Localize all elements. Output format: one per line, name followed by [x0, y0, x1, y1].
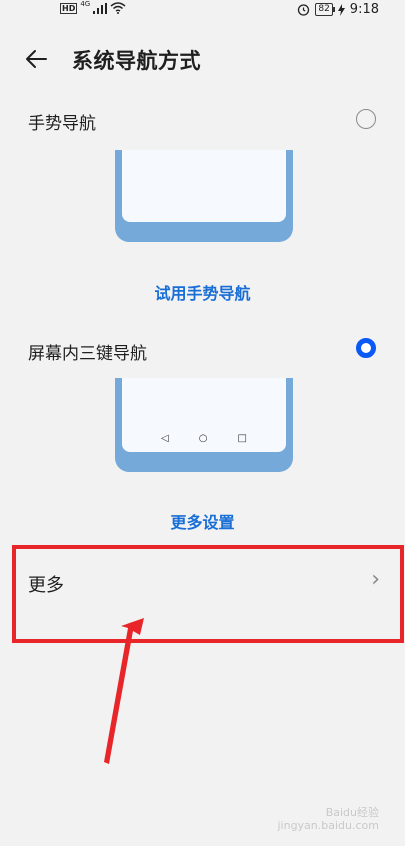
- watermark: Baidu经验 jingyan.baidu.com: [277, 806, 379, 832]
- annotation-arrow-icon: [104, 618, 144, 764]
- watermark-line1: Baidu经验: [325, 806, 379, 819]
- watermark-line2: jingyan.baidu.com: [277, 819, 379, 832]
